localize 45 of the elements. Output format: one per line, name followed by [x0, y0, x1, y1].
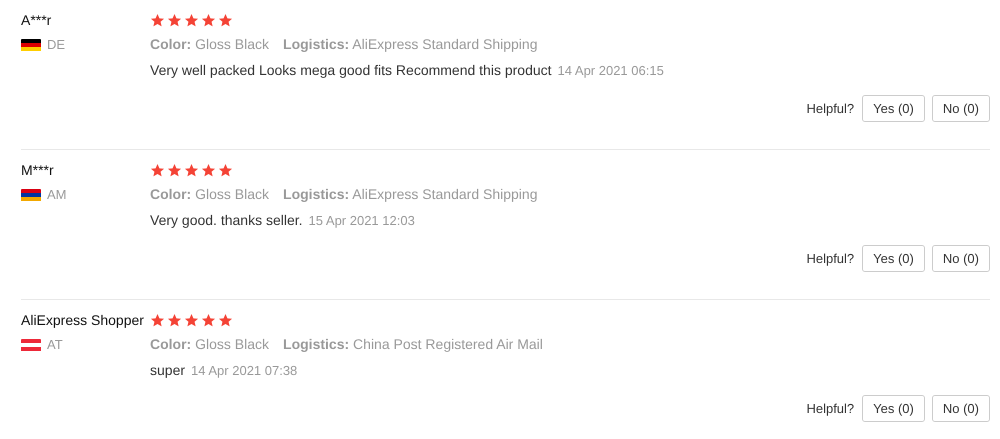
star-icon [150, 162, 165, 178]
detail-text: Color: Gloss Black [150, 35, 270, 54]
yes-button[interactable]: Yes (0) [862, 95, 925, 122]
detail-text: Color: Gloss Black [150, 335, 270, 354]
detail-text: Logistics: China Post Registered Air Mail [283, 335, 543, 354]
star-icon [184, 312, 199, 328]
star-icon [218, 162, 233, 178]
helpful-label: Helpful? [806, 400, 854, 418]
yes-button[interactable]: Yes (0) [862, 245, 925, 272]
country-code: DE [47, 36, 66, 54]
flag-icon [21, 38, 41, 52]
detail-text: Color: Gloss Black [150, 185, 270, 204]
star-icon [184, 12, 199, 28]
review-comment: Very well packed Looks mega good fits Recommend this product [150, 61, 552, 80]
review-date: 15 Apr 2021 12:03 [308, 212, 415, 230]
star-icon [218, 12, 233, 28]
review-date: 14 Apr 2021 07:38 [191, 362, 298, 380]
star-icon [201, 312, 216, 328]
star-icon [201, 162, 216, 178]
detail-text: Logistics: AliExpress Standard Shipping [283, 35, 538, 54]
star-icon [167, 12, 182, 28]
review-date: 14 Apr 2021 06:15 [558, 62, 664, 80]
detail-text: Logistics: AliExpress Standard Shipping [283, 185, 538, 204]
star-icon [167, 312, 182, 328]
country-code: AT [47, 336, 63, 354]
no-button[interactable]: No (0) [932, 395, 990, 422]
star-icon [167, 162, 182, 178]
star-icon [201, 12, 216, 28]
review-comment: super [150, 361, 186, 380]
star-icon [184, 162, 199, 178]
no-button[interactable]: No (0) [932, 95, 990, 122]
yes-button[interactable]: Yes (0) [862, 395, 925, 422]
flag-icon [21, 188, 41, 202]
country-code: AM [47, 186, 66, 204]
review-comment: Very good. thanks seller. [150, 211, 303, 230]
reviewer-name: M***r [21, 161, 55, 180]
helpful-label: Helpful? [806, 250, 854, 268]
no-button[interactable]: No (0) [932, 245, 990, 272]
reviewer-name: AliExpress Shopper [21, 311, 145, 330]
star-icon [150, 312, 165, 328]
star-icon [218, 312, 233, 328]
flag-icon [21, 338, 41, 352]
helpful-label: Helpful? [806, 100, 854, 118]
reviewer-name: A***r [21, 11, 52, 30]
star-icon [150, 12, 165, 28]
